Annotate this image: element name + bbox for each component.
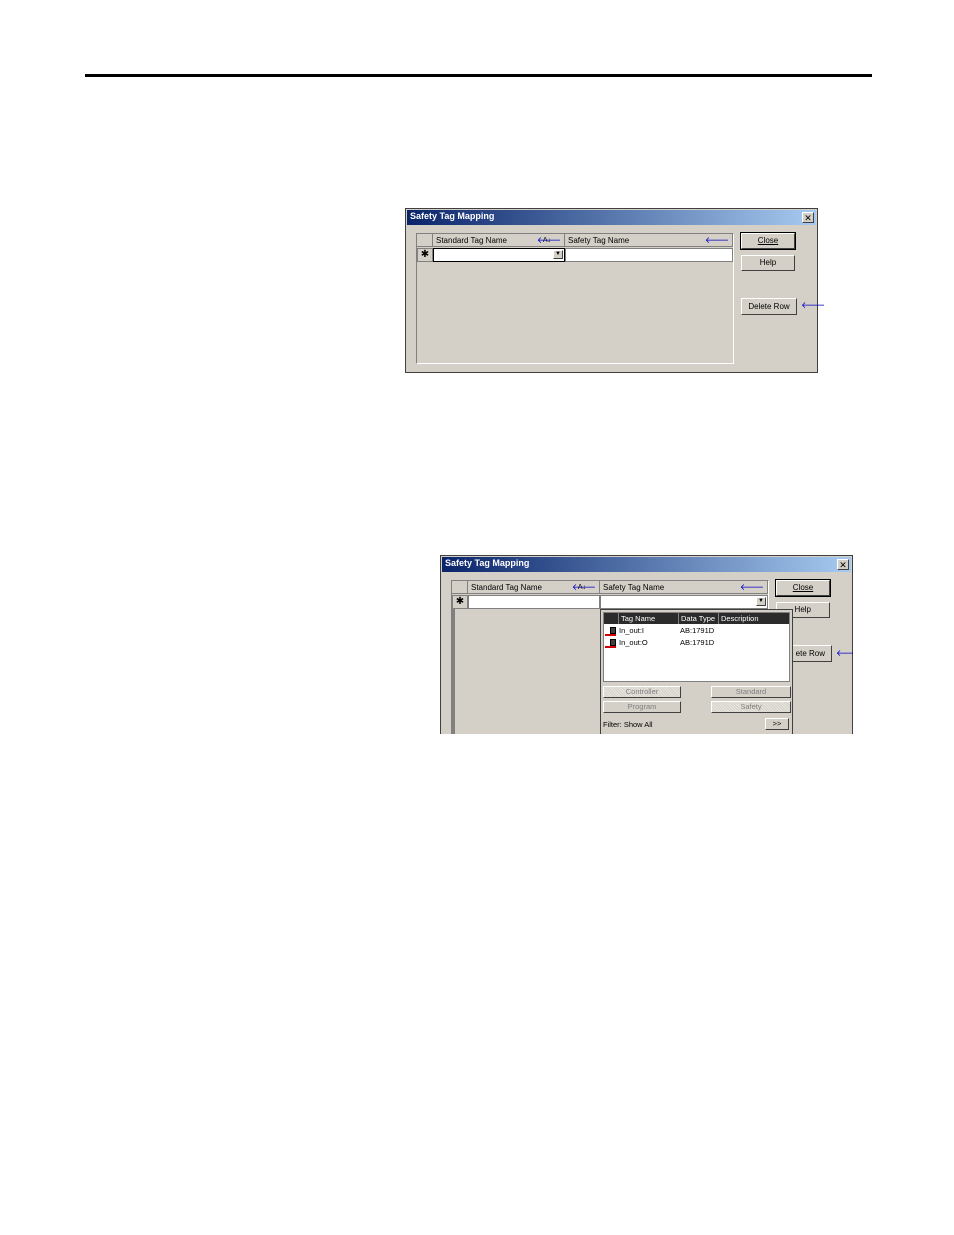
column-header-description[interactable]: Description xyxy=(719,613,789,624)
title-bar: Safety Tag Mapping ✕ xyxy=(442,557,851,572)
safety-tag-combobox[interactable]: ▼ xyxy=(600,595,768,609)
column-header-data-type-label: Data Type xyxy=(681,614,716,623)
dropdown-arrow-icon[interactable]: ▼ xyxy=(756,597,766,606)
delete-row-button-label: Delete Row xyxy=(748,302,790,311)
help-button-label: Help xyxy=(759,258,777,267)
close-button-label: Close xyxy=(792,583,814,592)
scope-controller-label: Controller xyxy=(625,687,659,696)
close-x-icon[interactable]: ✕ xyxy=(837,559,849,570)
column-arrow-icon: 🡐 xyxy=(571,582,596,592)
column-header-safety[interactable]: Safety Tag Name 🡐 xyxy=(600,581,768,594)
filter-standard-label: Standard xyxy=(735,687,767,696)
tag-browser-popup[interactable]: Tag Name Data Type Description In_out:I … xyxy=(600,609,793,734)
tag-name: In_out:I xyxy=(619,626,645,635)
close-button[interactable]: Close xyxy=(775,579,831,597)
help-button-label: Help xyxy=(794,605,811,614)
help-button[interactable]: Help xyxy=(741,255,795,271)
callout-arrow-icon: 🡐 xyxy=(801,300,826,310)
more-options-button[interactable]: >> xyxy=(765,718,789,730)
column-header-safety-label: Safety Tag Name xyxy=(568,236,630,245)
more-options-label: >> xyxy=(772,719,782,728)
dialog-title: Safety Tag Mapping xyxy=(445,558,530,568)
scope-program-label: Program xyxy=(627,702,657,711)
filter-safety-label: Safety xyxy=(740,702,762,711)
row-header-corner xyxy=(452,581,468,594)
close-button[interactable]: Close xyxy=(740,232,796,250)
column-header-standard-label: Standard Tag Name xyxy=(471,583,543,592)
safety-indicator-icon xyxy=(605,634,616,636)
standard-tag-combobox[interactable]: ▼ xyxy=(433,248,565,262)
new-row-marker-icon: ✱ xyxy=(452,595,468,609)
column-header-safety[interactable]: Safety Tag Name 🡐 xyxy=(565,234,733,247)
dropdown-arrow-icon[interactable]: ▼ xyxy=(553,250,563,259)
tag-row[interactable]: In_out:O AB:1791D xyxy=(604,637,789,649)
column-header-tag-name-label: Tag Name xyxy=(621,614,656,623)
column-header-standard[interactable]: Standard Tag Name A↓ 🡐 xyxy=(468,581,600,594)
title-bar: Safety Tag Mapping ✕ xyxy=(407,210,816,225)
filter-standard-button[interactable]: Standard xyxy=(711,686,791,698)
delete-row-button-label: ete Row xyxy=(795,649,825,658)
column-header-standard[interactable]: Standard Tag Name A↓ 🡐 xyxy=(433,234,565,247)
data-type: AB:1791D xyxy=(680,626,715,635)
safety-tag-mapping-dialog-open: Safety Tag Mapping ✕ Standard Tag Name A… xyxy=(440,555,853,734)
delete-row-button[interactable]: Delete Row xyxy=(741,298,797,315)
safety-tag-mapping-dialog: Safety Tag Mapping ✕ Standard Tag Name A… xyxy=(405,208,825,373)
scope-controller-button[interactable]: Controller xyxy=(603,686,681,698)
column-arrow-icon: 🡐 xyxy=(739,582,764,592)
row-header-corner xyxy=(417,234,433,247)
dialog-title: Safety Tag Mapping xyxy=(410,211,495,221)
safety-tag-icon xyxy=(610,627,616,634)
safety-indicator-icon xyxy=(605,646,616,648)
page-header-rule xyxy=(85,74,872,77)
column-arrow-icon: 🡐 xyxy=(704,235,729,245)
standard-tag-cell[interactable] xyxy=(468,595,600,609)
filter-label: Filter: Show All xyxy=(603,720,653,729)
row-header-column xyxy=(452,609,455,734)
column-header-tag-name[interactable]: Tag Name xyxy=(619,613,679,624)
close-button-label: Close xyxy=(757,236,779,245)
close-x-icon[interactable]: ✕ xyxy=(802,212,814,223)
callout-arrow-icon: 🡐 xyxy=(836,648,853,658)
column-header-safety-label: Safety Tag Name xyxy=(603,583,665,592)
scope-program-button[interactable]: Program xyxy=(603,701,681,713)
tag-name: In_out:O xyxy=(619,638,648,647)
filter-safety-button[interactable]: Safety xyxy=(711,701,791,713)
new-row-marker-icon: ✱ xyxy=(417,248,433,262)
mapping-grid: Standard Tag Name A↓ 🡐 Safety Tag Name 🡐… xyxy=(416,233,734,364)
safety-tag-cell[interactable] xyxy=(565,248,733,262)
column-arrow-icon: 🡐 xyxy=(536,235,561,245)
dialog-screenshot-crop: Safety Tag Mapping ✕ Standard Tag Name A… xyxy=(440,555,853,734)
data-type: AB:1791D xyxy=(680,638,715,647)
column-header-description-label: Description xyxy=(721,614,759,623)
tag-row[interactable]: In_out:I AB:1791D xyxy=(604,625,789,637)
tag-list[interactable]: Tag Name Data Type Description In_out:I … xyxy=(603,612,790,682)
column-header-data-type[interactable]: Data Type xyxy=(679,613,719,624)
column-header-standard-label: Standard Tag Name xyxy=(436,236,508,245)
safety-tag-icon xyxy=(610,639,616,646)
tag-list-header-icon-col xyxy=(604,613,619,624)
